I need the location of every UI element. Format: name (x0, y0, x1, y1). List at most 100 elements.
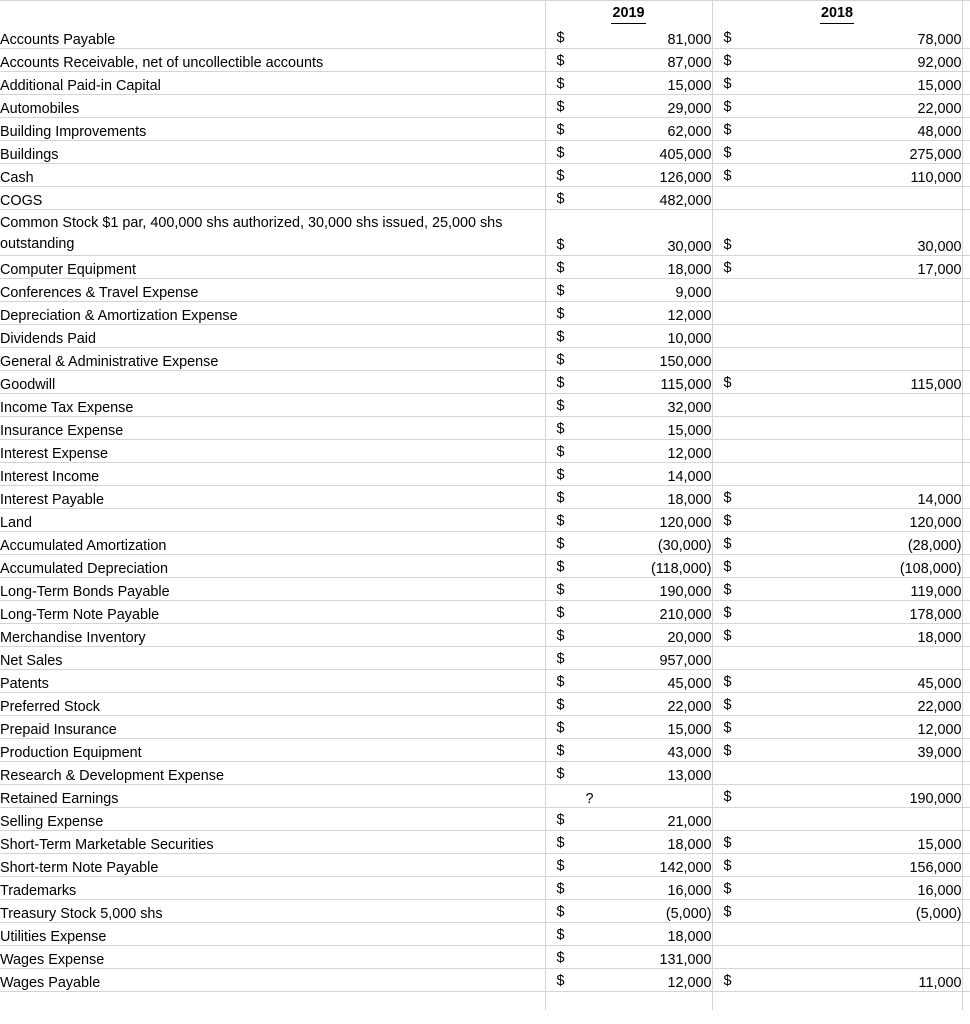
cell-2019[interactable]: $43,000 (545, 738, 713, 762)
cell-2019[interactable]: $18,000 (545, 485, 713, 509)
cell-2018[interactable] (712, 807, 963, 831)
table-row[interactable]: Trademarks $16,000 $16,000 (0, 876, 970, 900)
cell-2019[interactable]: $10,000 (545, 324, 713, 348)
cell-2019[interactable]: $482,000 (545, 186, 713, 210)
cell-2019[interactable]: $12,000 (545, 439, 713, 463)
cell-2019[interactable]: $210,000 (545, 600, 713, 624)
cell-2019[interactable]: $62,000 (545, 117, 713, 141)
cell-2019[interactable]: $18,000 (545, 255, 713, 279)
cell-2019[interactable]: $13,000 (545, 761, 713, 785)
table-row[interactable]: Accumulated Amortization $ (30,000) $ (28,00… (0, 531, 970, 555)
cell-2019[interactable]: $957,000 (545, 646, 713, 670)
table-row[interactable]: Land $120,000 $120,000 (0, 508, 970, 532)
table-row[interactable]: Conferences & Travel Expense $9,000 (0, 278, 970, 302)
cell-2018[interactable]: $ (108,000) (712, 554, 963, 578)
cell-2018[interactable]: $45,000 (712, 669, 963, 693)
cell-2019[interactable]: $30,000 (545, 209, 713, 256)
table-row[interactable]: Interest Income $14,000 (0, 462, 970, 486)
cell-2019[interactable]: $22,000 (545, 692, 713, 716)
table-row[interactable]: Common Stock $1 par, 400,000 shs authori… (0, 209, 970, 256)
cell-2018[interactable] (712, 186, 963, 210)
cell-2018[interactable]: $39,000 (712, 738, 963, 762)
cell-2018[interactable]: $30,000 (712, 209, 963, 256)
cell-2018[interactable]: $48,000 (712, 117, 963, 141)
cell-2018[interactable]: $22,000 (712, 94, 963, 118)
cell-2019[interactable]: $9,000 (545, 278, 713, 302)
cell-2018[interactable]: $15,000 (712, 71, 963, 95)
cell-2018[interactable]: $15,000 (712, 830, 963, 854)
cell-2018[interactable]: $17,000 (712, 255, 963, 279)
table-row[interactable]: Wages Expense $131,000 (0, 945, 970, 969)
table-row[interactable]: Income Tax Expense $32,000 (0, 393, 970, 417)
table-row[interactable]: Short-term Note Payable $142,000 $156,000 (0, 853, 970, 877)
cell-2019[interactable]: $16,000 (545, 876, 713, 900)
table-row[interactable]: Accounts Receivable, net of uncollectibl… (0, 48, 970, 72)
table-row[interactable]: Interest Expense $12,000 (0, 439, 970, 463)
table-row[interactable]: Patents $45,000 $45,000 (0, 669, 970, 693)
cell-2019[interactable]: $126,000 (545, 163, 713, 187)
cell-2018[interactable] (712, 347, 963, 371)
cell-2019[interactable]: $ (118,000) (545, 554, 713, 578)
cell-2019[interactable]: $115,000 (545, 370, 713, 394)
table-row[interactable]: Long-Term Note Payable $210,000 $178,000 (0, 600, 970, 624)
cell-2019[interactable]: $87,000 (545, 48, 713, 72)
cell-2018[interactable] (712, 462, 963, 486)
cell-2018[interactable] (712, 646, 963, 670)
cell-2018[interactable]: $78,000 (712, 25, 963, 49)
cell-2018[interactable]: $275,000 (712, 140, 963, 164)
cell-2018[interactable] (712, 761, 963, 785)
cell-2018[interactable]: $22,000 (712, 692, 963, 716)
cell-2018[interactable] (712, 324, 963, 348)
cell-2019[interactable] (545, 991, 713, 1010)
table-row[interactable]: Interest Payable $18,000 $14,000 (0, 485, 970, 509)
table-row[interactable]: Buildings $405,000 $275,000 (0, 140, 970, 164)
cell-2019[interactable]: $ (30,000) (545, 531, 713, 555)
cell-2019[interactable]: $405,000 (545, 140, 713, 164)
table-row[interactable]: Selling Expense $21,000 (0, 807, 970, 831)
cell-2018[interactable]: $ (5,000) (712, 899, 963, 923)
table-row[interactable]: Wages Payable $12,000 $11,000 (0, 968, 970, 992)
cell-2019[interactable]: $131,000 (545, 945, 713, 969)
table-row[interactable]: Retained Earnings? $190,000 (0, 784, 970, 808)
table-row[interactable]: Accounts Payable $81,000 $78,000 (0, 25, 970, 49)
cell-2018[interactable]: $120,000 (712, 508, 963, 532)
table-row[interactable]: Additional Paid-in Capital $15,000 $15,000 (0, 71, 970, 95)
cell-2019[interactable]: $29,000 (545, 94, 713, 118)
cell-2018[interactable] (712, 416, 963, 440)
cell-2018[interactable] (712, 278, 963, 302)
cell-2019[interactable]: $ (5,000) (545, 899, 713, 923)
table-row[interactable]: Automobiles $29,000 $22,000 (0, 94, 970, 118)
table-row[interactable]: Goodwill $115,000 $115,000 (0, 370, 970, 394)
cell-2019[interactable]: $12,000 (545, 301, 713, 325)
table-row[interactable]: General & Administrative Expense $150,000 (0, 347, 970, 371)
cell-2018[interactable]: $12,000 (712, 715, 963, 739)
cell-2019[interactable]: $15,000 (545, 715, 713, 739)
table-row[interactable]: Short-Term Marketable Securities $18,000 $… (0, 830, 970, 854)
cell-2018[interactable]: $156,000 (712, 853, 963, 877)
cell-2019[interactable]: $142,000 (545, 853, 713, 877)
table-row[interactable]: Cash $126,000 $110,000 (0, 163, 970, 187)
table-row[interactable]: Insurance Expense $15,000 (0, 416, 970, 440)
cell-2018[interactable]: $110,000 (712, 163, 963, 187)
table-row[interactable]: Long-Term Bonds Payable $190,000 $119,000 (0, 577, 970, 601)
cell-2019[interactable]: $20,000 (545, 623, 713, 647)
table-row-empty[interactable] (0, 991, 970, 1010)
cell-2019[interactable]: $150,000 (545, 347, 713, 371)
cell-2019[interactable]: $18,000 (545, 830, 713, 854)
cell-2018[interactable] (712, 439, 963, 463)
cell-2019[interactable]: $32,000 (545, 393, 713, 417)
cell-2018[interactable]: $115,000 (712, 370, 963, 394)
cell-2019[interactable]: $15,000 (545, 71, 713, 95)
cell-2019[interactable]: $190,000 (545, 577, 713, 601)
table-row[interactable]: Research & Development Expense $13,000 (0, 761, 970, 785)
cell-2019[interactable]: $18,000 (545, 922, 713, 946)
table-row[interactable]: Merchandise Inventory $20,000 $18,000 (0, 623, 970, 647)
cell-2018[interactable]: $178,000 (712, 600, 963, 624)
table-row[interactable]: Net Sales $957,000 (0, 646, 970, 670)
cell-2018[interactable] (712, 393, 963, 417)
cell-2018[interactable]: $11,000 (712, 968, 963, 992)
table-row[interactable]: Building Improvements $62,000 $48,000 (0, 117, 970, 141)
cell-2019[interactable]: $12,000 (545, 968, 713, 992)
cell-2018[interactable] (712, 301, 963, 325)
cell-2018[interactable]: $119,000 (712, 577, 963, 601)
